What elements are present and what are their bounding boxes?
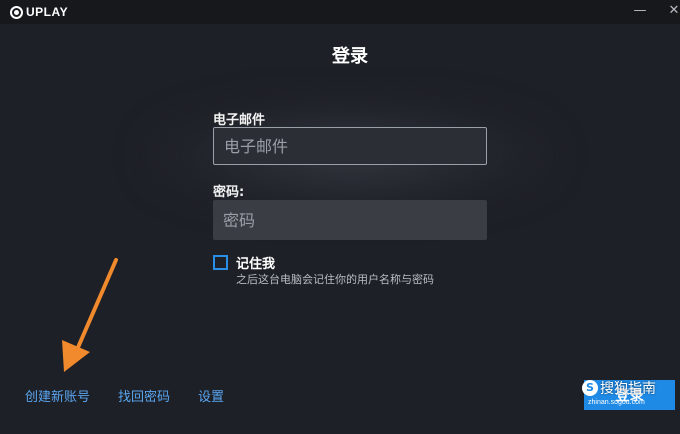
forgot-password-link[interactable]: 找回密码 — [118, 386, 170, 405]
settings-link[interactable]: 设置 — [198, 386, 224, 405]
email-field[interactable] — [213, 127, 487, 165]
password-field[interactable] — [213, 200, 487, 240]
title-bar: UPLAY — ✕ — [0, 0, 680, 24]
login-button[interactable]: 登录 — [584, 380, 675, 410]
page-title: 登录 — [332, 46, 368, 67]
remember-me-description: 之后这台电脑会记住你的用户名称与密码 — [236, 273, 434, 286]
logo-text: UPLAY — [26, 5, 69, 19]
password-label: 密码: — [213, 185, 245, 200]
email-label: 电子邮件 — [213, 113, 266, 128]
minimize-button[interactable]: — — [630, 2, 650, 20]
uplay-logo: UPLAY — [10, 4, 68, 20]
remember-me-label[interactable]: 记住我 — [236, 253, 275, 272]
uplay-logo-icon — [10, 5, 23, 19]
create-account-link[interactable]: 创建新账号 — [25, 386, 90, 405]
remember-me-checkbox[interactable] — [213, 255, 228, 270]
close-button[interactable]: ✕ — [664, 2, 680, 20]
